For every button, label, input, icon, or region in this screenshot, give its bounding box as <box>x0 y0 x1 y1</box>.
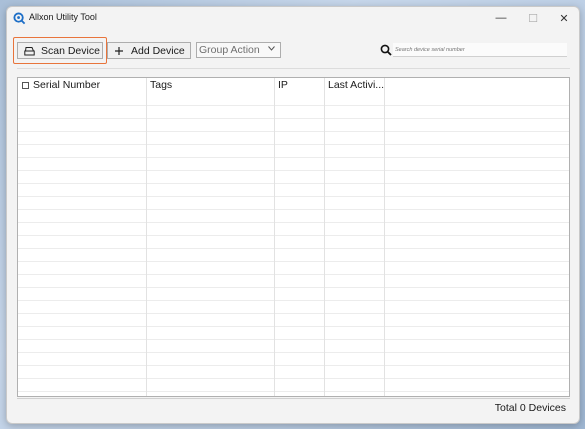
title-bar[interactable]: Allxon Utility Tool — ☐ ✕ <box>7 7 579 29</box>
maximize-button[interactable]: ☐ <box>517 7 549 29</box>
app-logo-icon <box>13 12 26 25</box>
scan-device-label: Scan Device <box>41 44 100 57</box>
device-table[interactable]: Serial Number Tags IP Last Activi... <box>17 77 570 397</box>
device-count: Total 0 Devices <box>494 402 566 414</box>
chevron-down-icon <box>268 46 275 53</box>
column-header-serial-number[interactable]: Serial Number <box>33 78 146 93</box>
table-header: Serial Number Tags IP Last Activi... <box>18 78 569 93</box>
search-input[interactable] <box>393 43 567 57</box>
window-title: Allxon Utility Tool <box>29 12 97 22</box>
status-bar: Total 0 Devices <box>17 398 570 416</box>
column-divider <box>324 78 325 396</box>
column-header-last-activity[interactable]: Last Activi... <box>328 78 384 93</box>
group-action-dropdown[interactable]: Group Action <box>196 42 281 58</box>
minimize-icon: — <box>495 12 507 24</box>
app-window: Allxon Utility Tool — ☐ ✕ Scan Device Ad… <box>6 6 580 424</box>
close-button[interactable]: ✕ <box>548 7 579 29</box>
close-icon: ✕ <box>559 12 569 25</box>
minimize-button[interactable]: — <box>485 7 517 29</box>
column-divider <box>384 78 385 396</box>
scan-device-button[interactable]: Scan Device <box>17 42 103 59</box>
table-rows <box>18 93 569 396</box>
toolbar-divider <box>17 68 570 69</box>
column-divider <box>146 78 147 396</box>
column-header-tags[interactable]: Tags <box>150 78 274 93</box>
maximize-icon: ☐ <box>528 12 538 25</box>
add-device-button[interactable]: Add Device <box>107 42 191 59</box>
add-device-label: Add Device <box>131 44 185 57</box>
column-header-ip[interactable]: IP <box>278 78 322 93</box>
plus-icon <box>113 45 125 57</box>
scanner-icon <box>23 45 35 57</box>
column-divider <box>274 78 275 396</box>
search-icon <box>380 44 392 56</box>
group-action-value: Group Action <box>199 44 260 56</box>
select-all-checkbox[interactable] <box>22 82 29 89</box>
